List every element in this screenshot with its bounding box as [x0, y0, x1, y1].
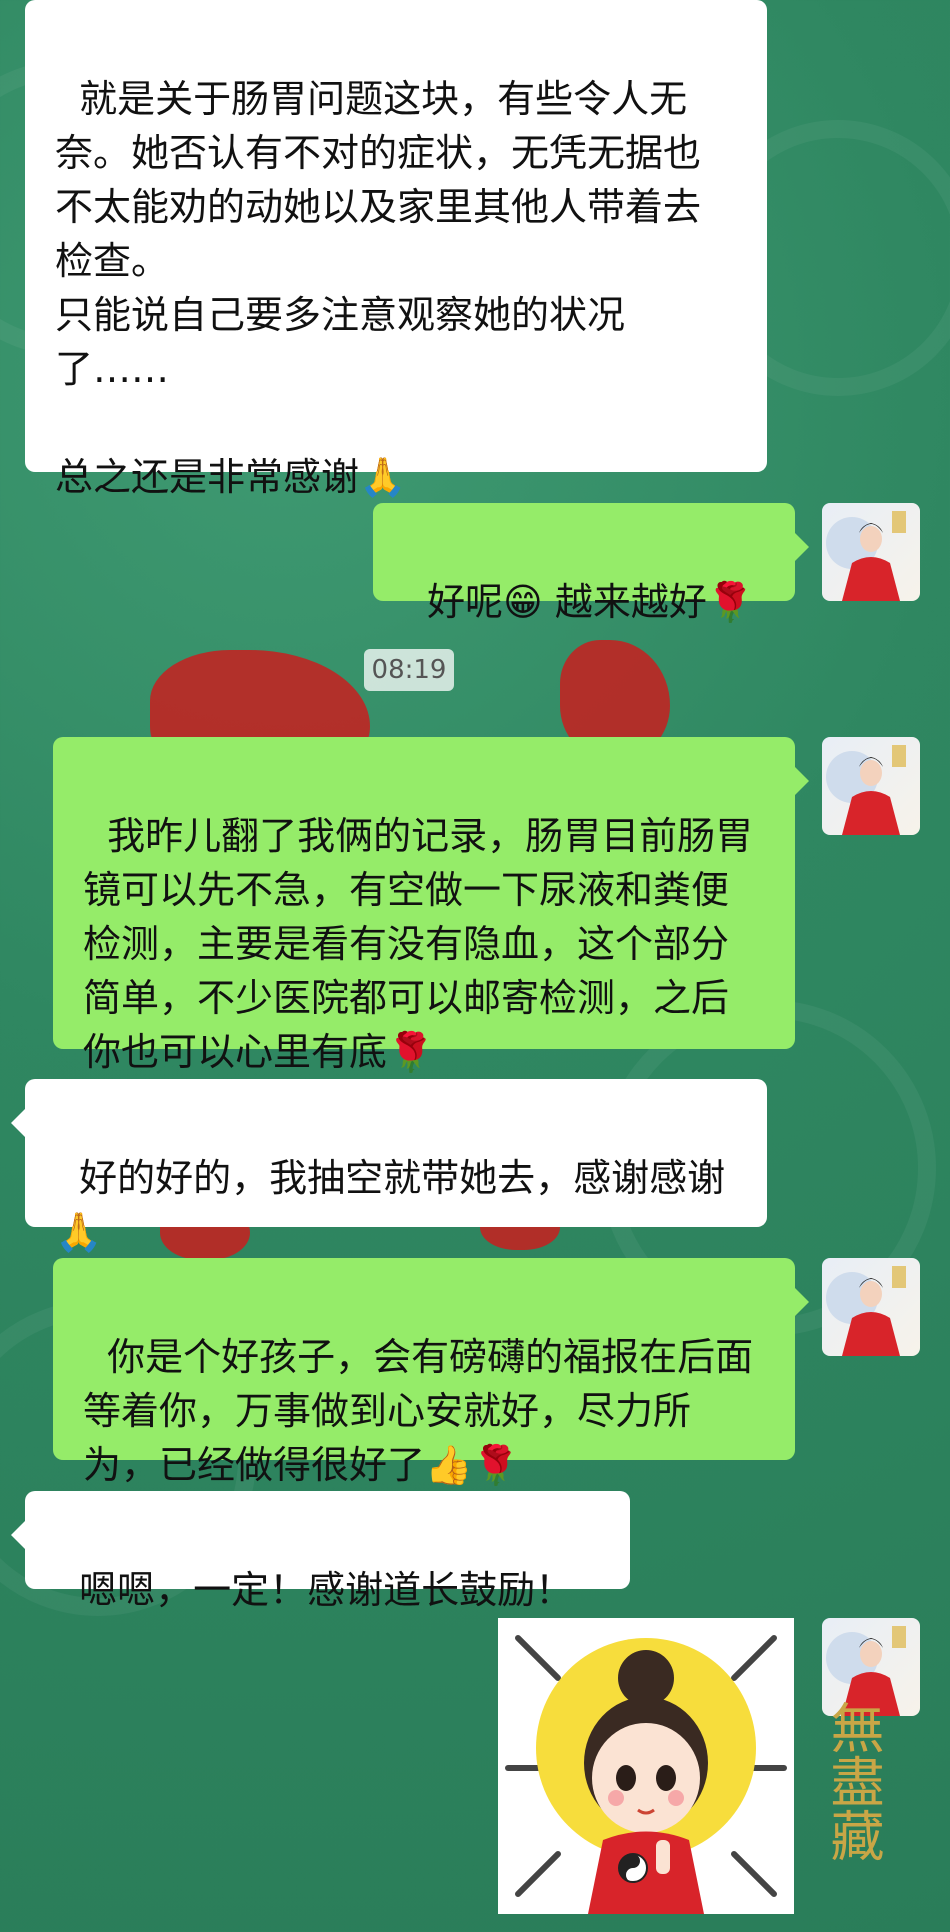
avatar-image — [826, 511, 906, 601]
message-text: 就是关于肠胃问题这块，有些令人无奈。她否认有不对的症状，无凭无据也不太能劝的动她… — [55, 77, 702, 499]
avatar[interactable] — [822, 1258, 920, 1356]
message-bubble-outgoing[interactable]: 我昨儿翻了我俩的记录，肠胃目前肠胃镜可以先不急，有空做一下尿液和粪便检测，主要是… — [53, 737, 809, 1074]
background-watermark: 無盡藏 — [821, 1700, 884, 1862]
taoist-girl-sticker — [498, 1618, 794, 1914]
message-bubble-incoming[interactable]: 好的好的，我抽空就带她去，感谢感谢🙏 — [11, 1079, 767, 1254]
sticker-message[interactable] — [498, 1618, 794, 1914]
message-bubble-outgoing[interactable]: 好呢😁 越来越好🌹 — [373, 503, 809, 624]
message-bubble-outgoing[interactable]: 你是个好孩子，会有磅礴的福报在后面等着你，万事做到心安就好，尽力所为，已经做得很… — [53, 1258, 809, 1487]
avatar[interactable] — [822, 503, 920, 601]
message-text: 我昨儿翻了我俩的记录，肠胃目前肠胃镜可以先不急，有空做一下尿液和粪便检测，主要是… — [83, 814, 754, 1074]
message-bubble-incoming[interactable]: 就是关于肠胃问题这块，有些令人无奈。她否认有不对的症状，无凭无据也不太能劝的动她… — [25, 0, 767, 499]
message-text: 嗯嗯，一定！感谢道长鼓励！ — [79, 1568, 574, 1612]
timestamp: 08:19 — [364, 649, 454, 691]
avatar-image — [826, 1266, 906, 1356]
message-text: 好呢😁 越来越好🌹 — [427, 580, 755, 624]
message-text: 你是个好孩子，会有磅礴的福报在后面等着你，万事做到心安就好，尽力所为，已经做得很… — [83, 1335, 754, 1487]
avatar-image — [826, 745, 906, 835]
avatar[interactable] — [822, 737, 920, 835]
message-bubble-incoming[interactable]: 嗯嗯，一定！感谢道长鼓励！ — [11, 1491, 630, 1612]
